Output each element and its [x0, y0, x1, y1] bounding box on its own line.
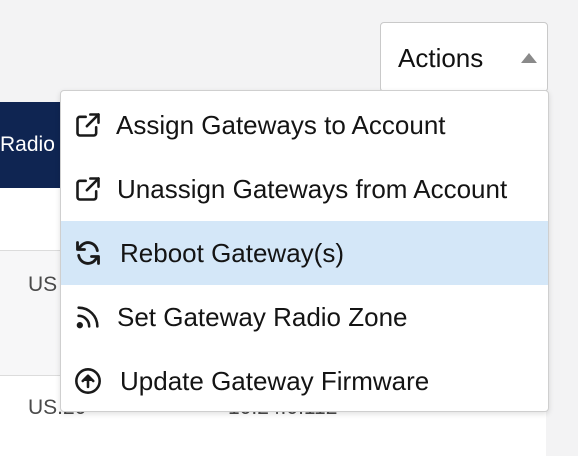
external-link-icon	[74, 175, 102, 203]
actions-button-label: Actions	[398, 43, 484, 73]
sync-icon	[74, 239, 102, 267]
caret-up-icon	[521, 53, 537, 63]
menu-item-update-firmware[interactable]: Update Gateway Firmware	[61, 349, 548, 411]
menu-item-assign-gateways[interactable]: Assign Gateways to Account	[61, 93, 548, 157]
gateway-id-cell: US	[28, 273, 58, 296]
menu-item-label: Unassign Gateways from Account	[117, 173, 508, 204]
upload-circle-icon	[74, 367, 102, 395]
external-link-icon	[74, 111, 102, 139]
menu-item-label: Update Gateway Firmware	[120, 365, 430, 396]
menu-item-set-radio-zone[interactable]: Set Gateway Radio Zone	[61, 285, 548, 349]
menu-item-reboot-gateways[interactable]: Reboot Gateway(s)	[61, 221, 548, 285]
actions-button[interactable]: Actions	[380, 22, 548, 92]
menu-item-label: Set Gateway Radio Zone	[117, 301, 408, 332]
actions-menu: Assign Gateways to Account Unassign Gate…	[60, 90, 549, 412]
menu-item-unassign-gateways[interactable]: Unassign Gateways from Account	[61, 157, 548, 221]
rss-icon	[74, 303, 102, 331]
menu-item-label: Assign Gateways to Account	[116, 109, 446, 140]
menu-item-label: Reboot Gateway(s)	[120, 237, 344, 268]
